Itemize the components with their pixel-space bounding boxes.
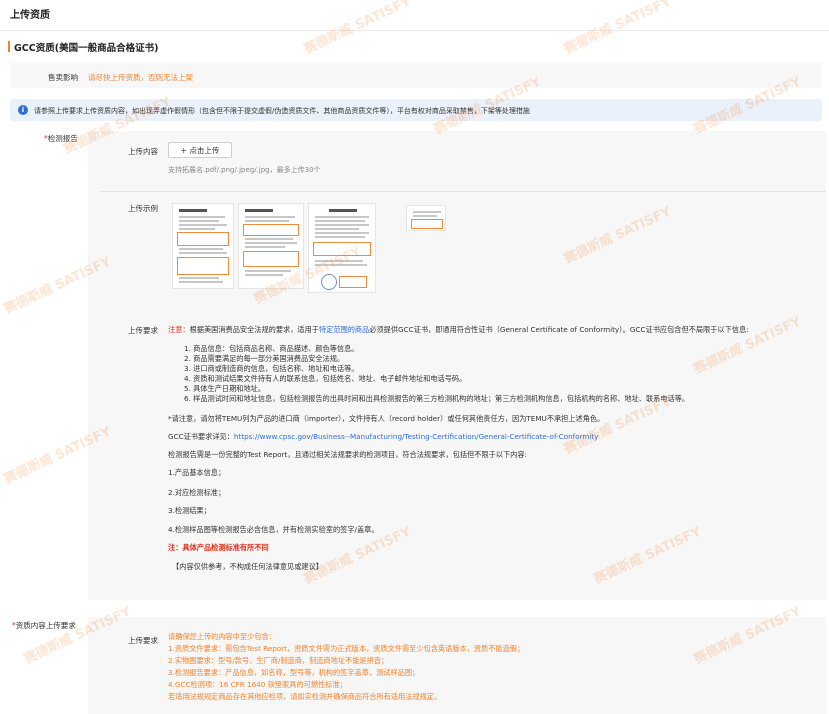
report-item: 3.检测结果； xyxy=(168,506,211,515)
gcc-detail: GCC证书要求详见：https://www.cpsc.gov/Business-… xyxy=(168,432,598,442)
watermark: 赛德斯威 SATISFY xyxy=(561,0,674,58)
upload-requirements-label: 上传要求 xyxy=(128,326,158,335)
intro-text-2: 必须提供GCC证书，即通用符合性证书（General Certificate o… xyxy=(369,325,749,334)
gcc-detail-label: GCC证书要求详见： xyxy=(168,432,234,441)
watermark: 赛德斯威 SATISFY xyxy=(301,0,414,58)
section-accent-bar xyxy=(8,41,10,52)
sales-impact-label: 售卖影响 xyxy=(48,73,78,82)
specific-products-link[interactable]: 特定范围的商品 xyxy=(319,325,369,334)
gcc-info-item: 5. 具体生产日期和地址。 xyxy=(184,384,266,393)
report-item: 4.检测样品图等检测报告必含信息，并有检测实验室的签字/盖章。 xyxy=(168,525,379,534)
gcc-info-item: 6. 样品测试时间和地址信息，包括检测报告的出具时间和出具检测报告的第三方检测机… xyxy=(184,394,690,403)
gcc-info-item: 3. 进口商或制造商的信息，包括名称、地址和电话等。 xyxy=(184,364,359,373)
example-thumbnail-4[interactable] xyxy=(406,205,446,231)
note-prefix: 注意： xyxy=(168,325,190,334)
test-report-label: *检测报告 xyxy=(44,133,78,144)
page-title: 上传资质 xyxy=(10,10,50,21)
upload-hint: 支持拓展名.pdf/.png/.jpeg/.jpg，最多上传30个 xyxy=(168,166,321,174)
qualification-requirements-label: *资质内容上传要求 xyxy=(12,620,76,631)
requirement-intro: 注意：根据美国消费品安全法规的要求，适用于特定范围的商品必须提供GCC证书，即通… xyxy=(168,325,749,335)
panel-divider xyxy=(100,191,826,192)
sales-impact-value: 请尽快上传资质，否则无法上架 xyxy=(88,73,193,82)
qualification-requirement-line: 2.实物图要求：型号/款号，生厂商/制造商，制造商地址不能是拼音； xyxy=(168,656,389,665)
upload-button[interactable]: + 点击上传 xyxy=(168,142,232,158)
qualification-upload-requirements-label: 上传要求 xyxy=(128,636,158,645)
upload-example-label: 上传示例 xyxy=(128,204,158,213)
test-report-label-text: 检测报告 xyxy=(47,134,78,143)
section-title: GCC资质(美国一般商品合格证书) xyxy=(14,43,159,54)
qualification-requirement-line: 若适用法规规定商品存在其他应检项，请如实检测并确保商品符合所有适用法规规定。 xyxy=(168,692,442,701)
gcc-info-item: 1. 商品信息：包括商品名称、商品描述、颜色等信息。 xyxy=(184,344,359,353)
header-divider xyxy=(0,30,829,31)
example-thumbnail-1[interactable] xyxy=(172,203,234,289)
notice-text: 请参照上传要求上传资质内容，如出现弄虚作假情形（包含但不限于提交虚假/伪造资质文… xyxy=(34,107,530,115)
qualification-requirement-line: 请确保您上传的内容中至少包含： xyxy=(168,632,276,641)
example-thumbnail-3[interactable] xyxy=(308,203,376,293)
report-item: 2.对应检测标准； xyxy=(168,488,226,497)
report-item: 1.产品基本信息； xyxy=(168,468,226,477)
intro-text-1: 根据美国消费品安全法规的要求，适用于 xyxy=(189,325,319,334)
qualification-requirements-label-text: 资质内容上传要求 xyxy=(15,621,76,630)
upload-content-label: 上传内容 xyxy=(128,147,158,156)
gcc-info-item: 2. 商品需要满足的每一部分美国消费品安全法规。 xyxy=(184,354,345,363)
qualification-requirement-line: 4.GCC检测项：16 CFR 1640 软垫家具的可燃性标准； xyxy=(168,680,347,689)
standard-note: 注：具体产品检测标准有所不同 xyxy=(168,543,269,552)
disclaimer: 【内容仅供参考，不构成任何法律意见或建议】 xyxy=(172,562,323,571)
qualification-requirement-line: 3.检测报告要求：产品信息，如名称，型号等，机构的签字盖章，测试样品图； xyxy=(168,668,420,677)
report-intro: 检测报告需是一份完整的Test Report，且通过相关法规要求的检测项目，符合… xyxy=(168,450,527,459)
qualification-requirement-line: 1.资质文件要求：需包含Test Report，资质文件需为正式版本，资质文件需… xyxy=(168,644,525,653)
info-icon: i xyxy=(18,105,28,115)
gcc-info-item: 4. 资质和测试结果文件持有人的联系信息，包括姓名、地址、电子邮件地址和电话号码… xyxy=(184,374,467,383)
importer-note: *请注意，请勿将TEMU列为产品的进口商（importer），文件持有人（rec… xyxy=(168,414,605,423)
gcc-detail-link[interactable]: https://www.cpsc.gov/Business--Manufactu… xyxy=(234,432,599,441)
example-thumbnail-2[interactable] xyxy=(238,203,304,289)
